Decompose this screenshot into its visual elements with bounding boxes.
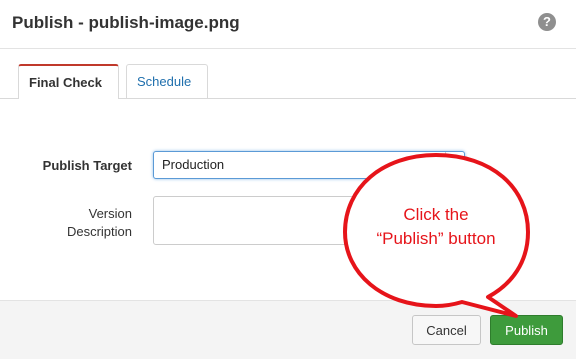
- version-description-label: Version Description: [12, 205, 132, 241]
- dropdown-caret-icon[interactable]: [445, 152, 464, 178]
- callout-line1: Click the: [403, 205, 469, 224]
- dialog-title: Publish - publish-image.png: [12, 13, 240, 32]
- dialog-header: Publish - publish-image.png ?: [0, 0, 576, 49]
- publish-target-select[interactable]: Production: [153, 151, 465, 179]
- publish-target-value: Production: [162, 157, 225, 172]
- tab-schedule[interactable]: Schedule: [126, 64, 208, 98]
- callout-text: Click the “Publish” button: [352, 203, 520, 251]
- version-label-line2: Description: [66, 224, 132, 239]
- publish-dialog: Publish - publish-image.png ? Final Chec…: [0, 0, 576, 359]
- version-label-line1: Version: [88, 206, 132, 221]
- callout-line2: “Publish” button: [376, 229, 496, 248]
- cancel-button[interactable]: Cancel: [412, 315, 481, 345]
- publish-target-label: Publish Target: [42, 158, 132, 173]
- tab-final-check[interactable]: Final Check: [18, 64, 119, 99]
- question-circle-icon[interactable]: ?: [538, 13, 556, 31]
- publish-button[interactable]: Publish: [490, 315, 563, 345]
